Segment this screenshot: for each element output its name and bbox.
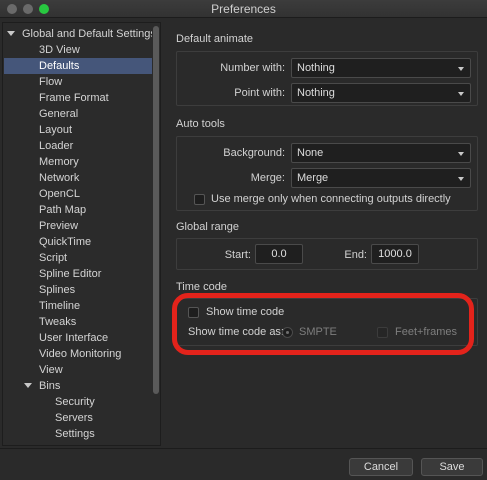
global-range-title: Global range	[176, 221, 239, 233]
sidebar-item-label: Network	[39, 172, 80, 184]
sidebar-item[interactable]: OpenCL	[3, 186, 80, 202]
background-label: Background:	[223, 147, 285, 159]
sidebar-item[interactable]: Path Map	[3, 202, 86, 218]
sidebar-item[interactable]: Security	[3, 394, 95, 410]
settings-panel: Default animate Number with: Nothing Poi…	[168, 22, 484, 446]
point-with-label: Point with:	[234, 87, 285, 99]
point-with-value: Nothing	[297, 87, 335, 99]
chevron-down-icon	[458, 92, 464, 96]
sidebar-item[interactable]: Video Monitoring	[3, 346, 121, 362]
number-with-select[interactable]: Nothing	[291, 58, 471, 78]
sidebar-scrollbar[interactable]	[152, 23, 160, 445]
sidebar-item-label: Spline Editor	[39, 268, 102, 280]
sidebar-item-label: Loader	[39, 140, 74, 152]
sidebar-item[interactable]: Settings	[3, 426, 95, 442]
sidebar-item[interactable]: 3D View	[3, 42, 80, 58]
sidebar-item-label: Memory	[39, 156, 79, 168]
sidebar-item-label: Timeline	[39, 300, 81, 312]
sidebar-item[interactable]: Network	[3, 170, 79, 186]
sidebar-item[interactable]: Script	[3, 250, 67, 266]
global-range-group: Start: 0.0 End: 1000.0	[176, 238, 478, 270]
sidebar-item-label: Global and Default Settings	[22, 28, 156, 40]
sidebar-item[interactable]: Frame Format	[3, 90, 109, 106]
sidebar-item-label: Path Map	[39, 204, 87, 216]
time-code-title: Time code	[176, 281, 227, 293]
disclosure-triangle-icon[interactable]	[7, 31, 15, 36]
use-merge-checkbox[interactable]	[194, 194, 205, 205]
sidebar-item-label: Flow	[39, 76, 63, 88]
sidebar-item-label: Preview	[39, 220, 79, 232]
auto-tools-group: Background: None Merge: Merge Use merge …	[176, 136, 478, 211]
merge-label: Merge:	[250, 172, 285, 184]
sidebar-item[interactable]: Memory	[3, 154, 79, 170]
start-label: Start:	[224, 249, 251, 261]
sidebar-item-label: Tweaks	[39, 316, 77, 328]
background-value: None	[297, 147, 324, 159]
sidebar-item[interactable]: Servers	[3, 410, 93, 426]
sidebar-item-label: Defaults	[39, 60, 80, 72]
sidebar-item-label: OpenCL	[39, 188, 80, 200]
title-bar: Preferences	[0, 0, 487, 18]
chevron-down-icon	[458, 152, 464, 156]
merge-select[interactable]: Merge	[291, 168, 471, 188]
sidebar-item[interactable]: Loader	[3, 138, 73, 154]
disclosure-triangle-icon[interactable]	[24, 383, 32, 388]
sidebar-item[interactable]: Layout	[3, 122, 72, 138]
auto-tools-title: Auto tools	[176, 118, 225, 130]
sidebar-item[interactable]: QuickTime	[3, 234, 91, 250]
sidebar-item-label: Settings	[55, 428, 95, 440]
sidebar-item[interactable]: Preview	[3, 218, 78, 234]
sidebar-item-label: 3D View	[39, 44, 80, 56]
default-animate-title: Default animate	[176, 33, 254, 45]
sidebar-item[interactable]: Flow	[3, 74, 62, 90]
sidebar-item-label: Security	[55, 396, 95, 408]
sidebar-item-label: Video Monitoring	[39, 348, 122, 360]
save-button[interactable]: Save	[421, 458, 483, 476]
sidebar-item[interactable]: Timeline	[3, 298, 80, 314]
sidebar-item[interactable]: Spline Editor	[3, 266, 101, 282]
preferences-sidebar: Global and Default Settings 3D View Defaul…	[2, 22, 161, 446]
sidebar-item-label: User Interface	[39, 332, 109, 344]
use-merge-label: Use merge only when connecting outputs d…	[211, 193, 451, 205]
sidebar-item-label: View	[39, 364, 63, 376]
sidebar-item-label: QuickTime	[39, 236, 92, 248]
chevron-down-icon	[458, 177, 464, 181]
sidebar-item[interactable]: General	[3, 106, 78, 122]
sidebar-item[interactable]: Bins	[3, 378, 60, 394]
sidebar-item[interactable]: User Interface	[3, 330, 108, 346]
end-label: End:	[344, 249, 367, 261]
chevron-down-icon	[458, 67, 464, 71]
sidebar-item[interactable]: Splines	[3, 282, 75, 298]
sidebar-scroll-thumb[interactable]	[153, 26, 159, 394]
sidebar-item-label: Layout	[39, 124, 73, 136]
merge-value: Merge	[297, 172, 329, 184]
number-with-value: Nothing	[297, 62, 335, 74]
start-field[interactable]: 0.0	[255, 244, 303, 264]
default-animate-group: Number with: Nothing Point with: Nothing	[176, 51, 478, 106]
highlight-annotation	[172, 293, 474, 355]
sidebar-item-label: Servers	[55, 412, 93, 424]
sidebar-item-label: General	[39, 108, 79, 120]
end-field[interactable]: 1000.0	[371, 244, 419, 264]
dialog-footer: Cancel Save	[0, 448, 487, 480]
sidebar-item-label: Splines	[39, 284, 76, 296]
window-title: Preferences	[211, 2, 276, 16]
cancel-button[interactable]: Cancel	[349, 458, 413, 476]
sidebar-item-label: Bins	[39, 380, 61, 392]
sidebar-item[interactable]: View	[3, 362, 63, 378]
sidebar-item-label: Script	[39, 252, 68, 264]
number-with-label: Number with:	[220, 62, 285, 74]
point-with-select[interactable]: Nothing	[291, 83, 471, 103]
sidebar-item[interactable]: Tweaks	[3, 314, 76, 330]
sidebar-item-label: Frame Format	[39, 92, 109, 104]
sidebar-item[interactable]: Defaults	[4, 58, 152, 74]
sidebar-item[interactable]: Global and Default Settings	[3, 26, 156, 42]
background-select[interactable]: None	[291, 143, 471, 163]
